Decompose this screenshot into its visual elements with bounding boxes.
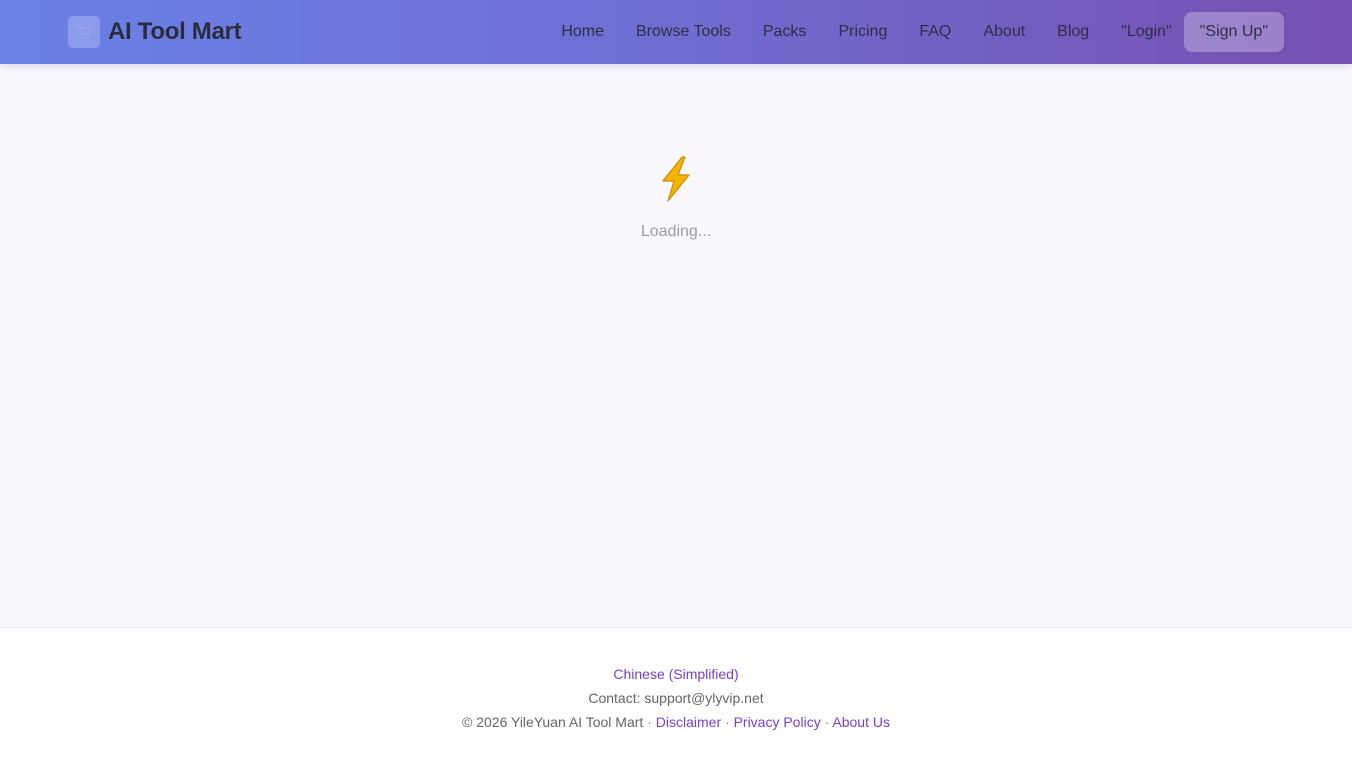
separator: · [643,714,656,730]
contact-label: Contact: [588,690,645,706]
copyright-line: © 2026 YileYuan AI Tool Mart · Disclaime… [462,710,890,734]
disclaimer-link[interactable]: Disclaimer [656,714,721,730]
copyright-text: © 2026 YileYuan AI Tool Mart [462,714,644,730]
footer: Chinese (Simplified) Contact: support@yl… [0,627,1352,760]
language-link[interactable]: Chinese (Simplified) [613,666,738,682]
privacy-policy-link[interactable]: Privacy Policy [734,714,821,730]
main-nav: Home Browse Tools Packs Pricing FAQ Abou… [545,0,1284,64]
contact-email: support@ylyvip.net [644,690,764,706]
login-button[interactable]: "Login" [1105,0,1184,64]
brand-title: AI Tool Mart [108,18,242,45]
nav-blog[interactable]: Blog [1041,0,1105,64]
about-us-link[interactable]: About Us [832,714,890,730]
separator: · [721,714,734,730]
top-navbar: AI Tool Mart Home Browse Tools Packs Pri… [0,0,1352,64]
nav-home[interactable]: Home [545,0,620,64]
main-content: Loading... [0,64,1352,628]
loading-text: Loading... [640,223,712,240]
nav-about[interactable]: About [967,0,1041,64]
loading-indicator: Loading... [0,156,1352,241]
nav-faq[interactable]: FAQ [903,0,967,64]
signup-button[interactable]: "Sign Up" [1183,12,1284,52]
lightning-icon [656,156,696,207]
nav-packs[interactable]: Packs [747,0,823,64]
nav-browse-tools[interactable]: Browse Tools [620,0,747,64]
nav-pricing[interactable]: Pricing [822,0,903,64]
separator: · [820,714,833,730]
contact-line: Contact: support@ylyvip.net [588,686,763,710]
cart-icon [68,16,100,48]
brand-logo[interactable]: AI Tool Mart [68,16,242,48]
